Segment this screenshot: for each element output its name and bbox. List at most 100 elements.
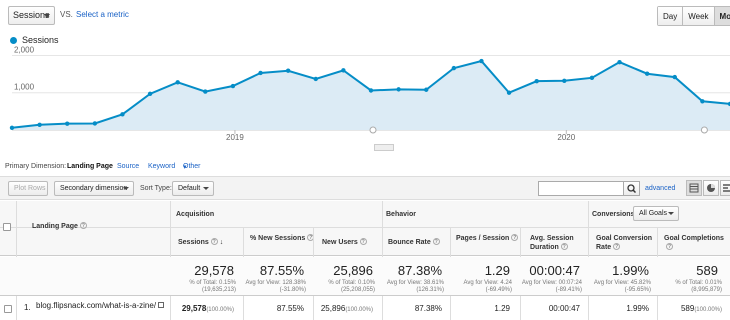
sort-type-select[interactable]: Default <box>172 181 214 196</box>
column-group-row: Acquisition Behavior Conversions All Goa… <box>0 201 730 228</box>
col-sessions[interactable]: Sessions? ↓ <box>178 238 223 247</box>
plot-rows-button[interactable]: Plot Rows <box>8 181 48 196</box>
data-point <box>562 78 567 83</box>
goal-select[interactable]: All Goals <box>633 206 679 221</box>
col-goal-conversion-rate[interactable]: Goal Conversion Rate? <box>596 234 654 252</box>
dimension-source[interactable]: Source <box>117 163 139 170</box>
row-new-sessions: 87.55% <box>276 304 304 313</box>
col-pages-session[interactable]: Pages / Session? <box>456 234 519 243</box>
table-controls: Plot Rows Secondary dimension Sort Type:… <box>0 176 730 200</box>
chevron-down-icon <box>203 187 209 190</box>
total-pages-session-sub: Avg for View: 4.24 (-69.49%) <box>463 280 512 293</box>
metric-select[interactable]: Sessions <box>8 6 55 25</box>
conversions-group-label: Conversions <box>592 211 635 218</box>
data-point <box>644 71 650 76</box>
advanced-filter-link[interactable]: advanced <box>645 185 675 192</box>
vs-label: VS. <box>60 10 73 19</box>
total-new-users: 25,896 <box>333 263 373 278</box>
row-number: 1. <box>24 303 31 312</box>
dimension-landing-page[interactable]: Landing Page <box>67 163 113 170</box>
table-view-icon <box>689 183 699 193</box>
primary-dimension-label: Primary Dimension: <box>5 163 67 170</box>
period-week-button[interactable]: Week <box>683 7 715 25</box>
row-sessions: 29,578(100.00%) <box>182 304 234 313</box>
sort-type-label: Sort Type: <box>140 185 172 192</box>
landing-page-link[interactable]: blog.flipsnack.com/what-is-a-zine/ <box>36 301 166 310</box>
total-new-users-sub: % of Total: 0.10% (25,208,055) <box>328 280 375 293</box>
acquisition-group-label: Acquisition <box>176 211 215 218</box>
chart-collapse-handle[interactable] <box>374 144 394 151</box>
data-point <box>9 125 15 130</box>
select-all-checkbox[interactable] <box>3 223 11 231</box>
data-point <box>341 68 346 73</box>
data-point <box>37 122 42 127</box>
total-sessions: 29,578 <box>194 263 234 278</box>
search-button[interactable] <box>623 181 640 196</box>
external-link-icon[interactable] <box>158 302 165 308</box>
row-pages-session: 1.29 <box>494 304 510 313</box>
dimension-other-label: Other <box>183 163 201 170</box>
total-bounce-rate: 87.38% <box>397 263 442 278</box>
data-point <box>424 87 429 92</box>
col-avg-duration[interactable]: Avg. Session Duration? <box>530 234 582 252</box>
col-bounce-rate[interactable]: Bounce Rate? <box>388 238 440 247</box>
search-icon <box>627 184 637 194</box>
total-goal-conversion-sub: Avg for View: 45.82% (-95.65%) <box>593 280 651 293</box>
help-icon: ? <box>666 243 673 250</box>
data-point <box>147 91 153 97</box>
dimension-other[interactable]: Other ▾ <box>183 163 201 171</box>
total-goal-conversion: 1.99% <box>612 263 649 278</box>
help-icon: ? <box>613 243 621 250</box>
data-point <box>258 70 263 76</box>
help-icon: ? <box>79 222 87 229</box>
landing-page-text: blog.flipsnack.com/what-is-a-zine/ <box>36 301 157 310</box>
data-point <box>534 78 539 84</box>
annotation-marker <box>700 126 708 134</box>
col-sessions-label: Sessions <box>178 239 209 246</box>
row-avg-duration: 00:00:47 <box>548 304 580 313</box>
col-new-users[interactable]: New Users? <box>322 238 367 247</box>
data-point <box>506 90 512 95</box>
dimension-keyword[interactable]: Keyword <box>148 163 175 170</box>
table-view-button[interactable] <box>686 180 702 196</box>
row-goal-completions-value: 589 <box>680 304 695 313</box>
col-new-sessions[interactable]: % New Sessions? <box>250 234 315 243</box>
column-header-row: Landing Page? Sessions? ↓ % New Sessions… <box>0 222 730 256</box>
sort-desc-icon: ↓ <box>219 239 224 246</box>
period-month-button[interactable]: Month <box>714 7 730 25</box>
behavior-group-label: Behavior <box>386 211 416 218</box>
x-tick-label: 2019 <box>226 133 244 142</box>
total-pages-session: 1.29 <box>484 263 510 278</box>
col-landing-page-label: Landing Page <box>32 223 78 230</box>
help-icon: ? <box>432 238 440 245</box>
row-goal-completions-pct: (100.00%) <box>694 307 722 313</box>
help-icon: ? <box>511 234 519 241</box>
row-new-users-value: 25,896 <box>320 304 346 313</box>
data-point <box>617 59 622 65</box>
secondary-dimension-select[interactable]: Secondary dimension <box>54 181 134 196</box>
x-tick-label: 2020 <box>557 133 575 142</box>
help-icon: ? <box>359 238 367 245</box>
data-point <box>120 112 125 117</box>
period-day-button[interactable]: Day <box>658 7 684 25</box>
annotation-marker <box>369 126 377 134</box>
period-selector: Day Week Month <box>657 6 730 26</box>
row-checkbox[interactable] <box>4 305 12 313</box>
col-goal-completions[interactable]: Goal Completions? <box>664 234 730 252</box>
sessions-chart: 1,000 2,000 2019 2020 <box>9 45 730 142</box>
total-new-sessions: 87.55% <box>259 263 304 278</box>
data-point <box>92 121 98 126</box>
chevron-down-icon <box>44 14 50 18</box>
row-new-users: 25,896(100.00%) <box>321 304 373 313</box>
col-goal-conversion-rate-label: Goal Conversion Rate <box>596 235 653 251</box>
total-goal-completions-sub: % of Total: 0.01% (8,995,879) <box>675 280 722 293</box>
goal-select-label: All Goals <box>639 210 668 217</box>
bar-view-button[interactable] <box>720 180 730 196</box>
select-metric-link[interactable]: Select a metric <box>76 10 129 19</box>
y-tick-label: 2,000 <box>14 45 35 54</box>
pie-view-button[interactable] <box>703 180 719 196</box>
col-landing-page[interactable]: Landing Page? <box>32 222 87 231</box>
data-point <box>313 76 318 82</box>
help-icon: ? <box>560 243 568 250</box>
table-search-input[interactable] <box>538 181 624 196</box>
